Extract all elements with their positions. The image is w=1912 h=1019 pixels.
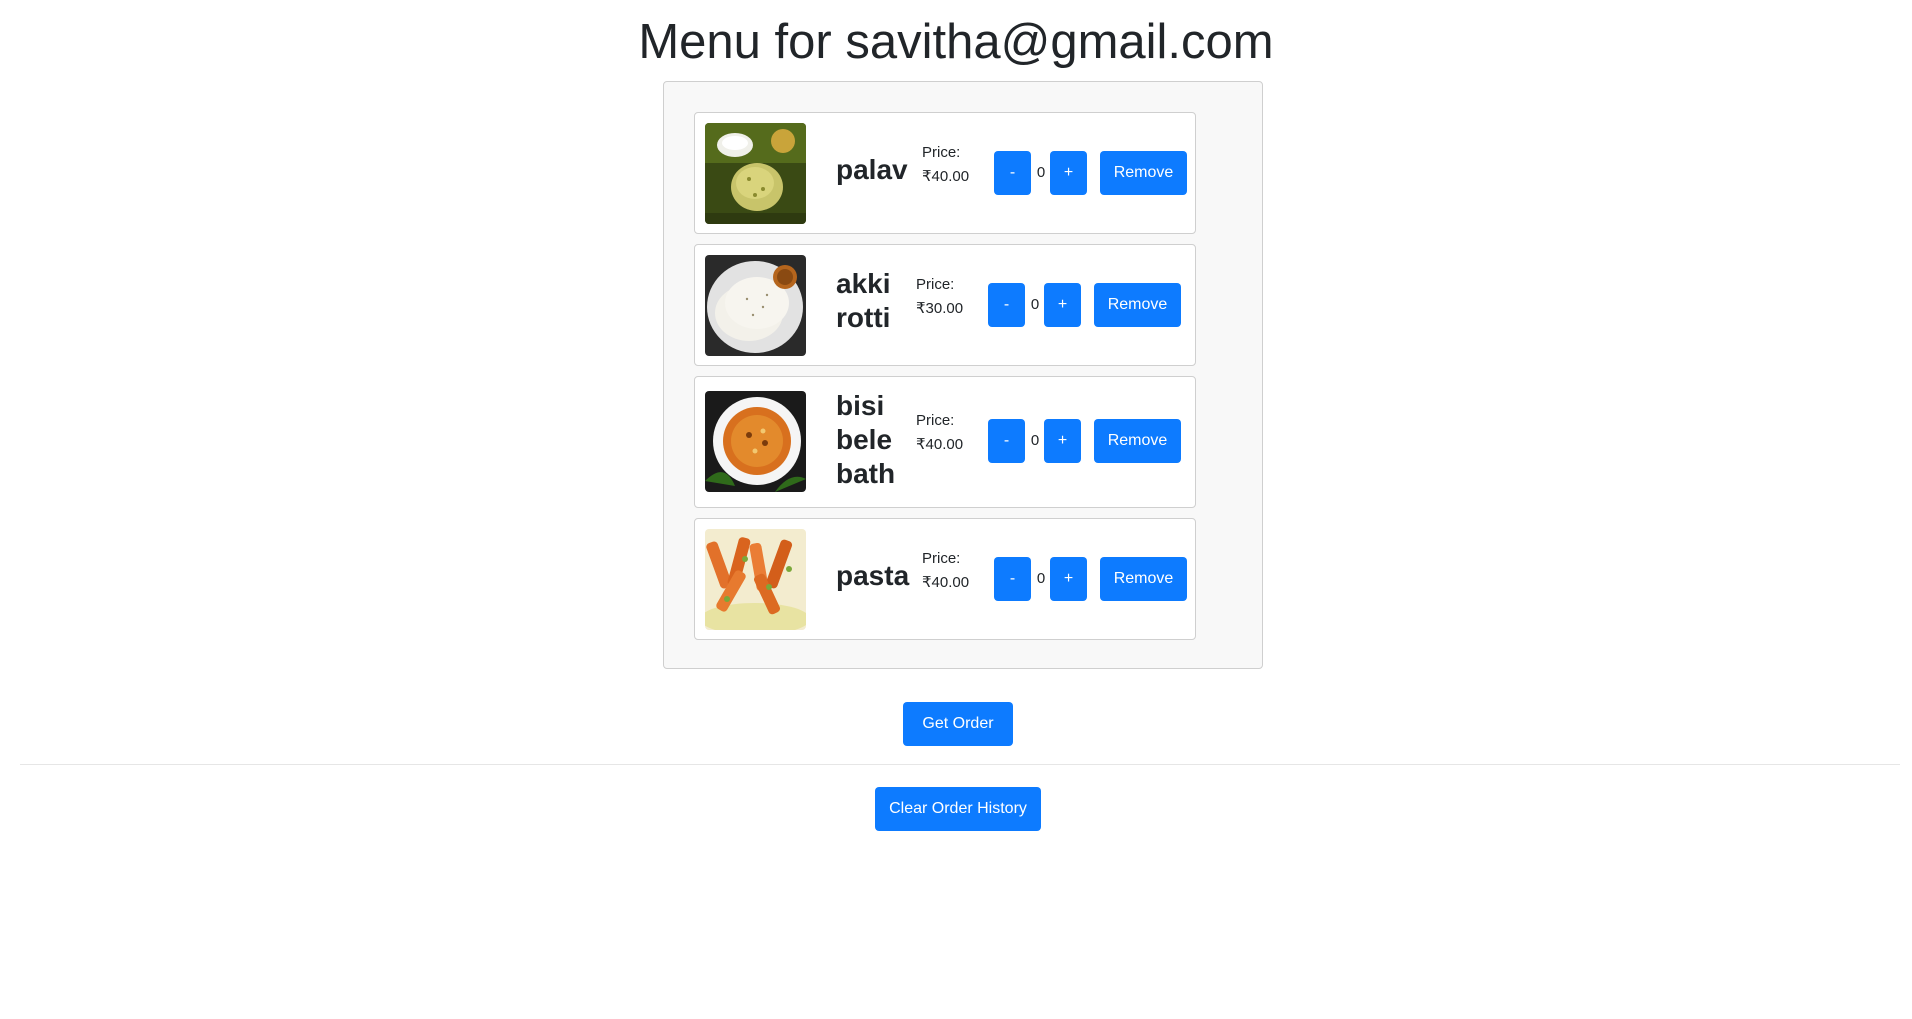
decrease-qty-button[interactable]: - — [988, 419, 1025, 463]
get-order-button[interactable]: Get Order — [903, 702, 1013, 746]
price-value: ₹30.00 — [916, 300, 964, 317]
price-label: Price: — [922, 550, 961, 567]
dish-name: pasta — [836, 560, 910, 591]
quantity-value: 0 — [1030, 296, 1040, 313]
remove-button[interactable]: Remove — [1100, 151, 1187, 195]
dish-image-bisi-bele-bath — [705, 391, 806, 492]
price-value: ₹40.00 — [916, 436, 964, 453]
increase-qty-button[interactable]: + — [1044, 419, 1081, 463]
remove-button[interactable]: Remove — [1100, 557, 1187, 601]
page-title: Menu for savitha@gmail.com — [638, 15, 1274, 69]
price-label: Price: — [916, 412, 955, 429]
decrease-qty-button[interactable]: - — [994, 557, 1031, 601]
menu-item-card: akki rotti Price: ₹30.00 - 0 + Remove — [694, 244, 1196, 366]
remove-button[interactable]: Remove — [1094, 283, 1181, 327]
menu-item-card: palav Price: ₹40.00 - 0 + Remove — [694, 112, 1196, 234]
dish-name: palav — [836, 154, 908, 185]
menu-item-card: pasta Price: ₹40.00 - 0 + Remove — [694, 518, 1196, 640]
increase-qty-button[interactable]: + — [1050, 557, 1087, 601]
price-label: Price: — [916, 276, 955, 293]
price-label: Price: — [922, 144, 961, 161]
quantity-value: 0 — [1036, 164, 1046, 181]
dish-image-akki-rotti — [705, 255, 806, 356]
dish-image-palav — [705, 123, 806, 224]
decrease-qty-button[interactable]: - — [994, 151, 1031, 195]
increase-qty-button[interactable]: + — [1050, 151, 1087, 195]
decrease-qty-button[interactable]: - — [988, 283, 1025, 327]
price-value: ₹40.00 — [922, 574, 970, 591]
price-value: ₹40.00 — [922, 168, 970, 185]
menu-item-card: bisi bele bath Price: ₹40.00 - 0 + Remov… — [694, 376, 1196, 508]
menu-page: Menu for savitha@gmail.com palav Price: … — [0, 0, 1912, 1019]
dish-name: bisi bele bath — [836, 390, 896, 489]
quantity-value: 0 — [1030, 432, 1040, 449]
divider — [20, 764, 1900, 765]
dish-name: akki rotti — [836, 268, 891, 333]
increase-qty-button[interactable]: + — [1044, 283, 1081, 327]
dish-image-pasta — [705, 529, 806, 630]
quantity-value: 0 — [1036, 570, 1046, 587]
remove-button[interactable]: Remove — [1094, 419, 1181, 463]
clear-order-history-button[interactable]: Clear Order History — [875, 787, 1041, 831]
menu-container: palav Price: ₹40.00 - 0 + Remove akki ro… — [663, 81, 1263, 669]
